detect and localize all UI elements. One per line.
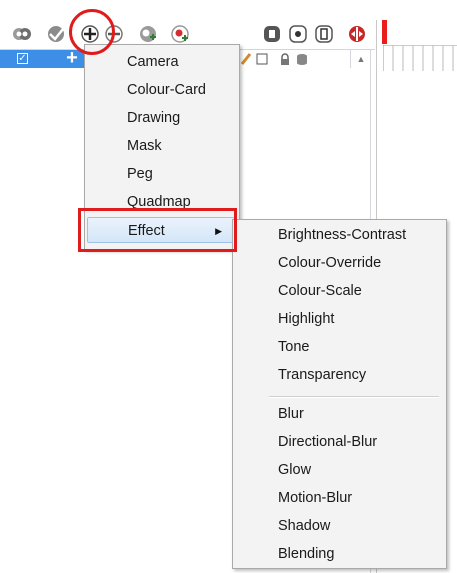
submenu-item-motion-blur[interactable]: Motion-Blur	[278, 485, 352, 511]
playhead-marker[interactable]	[382, 20, 387, 44]
show-hide-icon[interactable]	[46, 24, 66, 44]
color-swatch-icon	[256, 52, 268, 71]
frame-ruler	[382, 44, 457, 71]
submenu-item-transparency[interactable]: Transparency	[278, 362, 366, 388]
display-icon[interactable]	[314, 24, 334, 44]
add-layer-menu: Camera Colour-Card Drawing Mask Peg Quad…	[84, 44, 240, 250]
submenu-item-colour-scale[interactable]: Colour-Scale	[278, 278, 362, 304]
submenu-item-glow[interactable]: Glow	[278, 457, 311, 483]
submenu-item-blending[interactable]: Blending	[278, 541, 334, 567]
menu-item-drawing[interactable]: Drawing	[85, 105, 239, 131]
lock-icon	[279, 52, 291, 71]
submenu-item-colour-override[interactable]: Colour-Override	[278, 250, 381, 276]
submenu-item-blur[interactable]: Blur	[278, 401, 304, 427]
submenu-item-shadow[interactable]: Shadow	[278, 513, 330, 539]
add-drawing-icon[interactable]	[170, 24, 190, 44]
onion-skin-icon[interactable]	[12, 24, 32, 44]
effect-submenu: Brightness-Contrast Colour-Override Colo…	[232, 219, 447, 569]
menu-item-camera[interactable]: Camera	[85, 49, 239, 75]
menu-item-colour-card[interactable]: Colour-Card	[85, 77, 239, 103]
submenu-item-tone[interactable]: Tone	[278, 334, 309, 360]
submenu-arrow-icon: ▶	[215, 226, 222, 236]
database-icon	[296, 52, 308, 71]
menu-item-label: Colour-Card	[127, 82, 206, 98]
menu-item-peg[interactable]: Peg	[85, 161, 239, 187]
menu-item-label: Camera	[127, 54, 179, 70]
menu-item-quadmap[interactable]: Quadmap	[85, 189, 239, 215]
layer-enable-checkbox[interactable]: ✓	[17, 53, 28, 64]
menu-item-mask[interactable]: Mask	[85, 133, 239, 159]
menu-item-label: Peg	[127, 166, 153, 182]
menu-item-label: Quadmap	[127, 194, 191, 210]
scroll-up-arrow[interactable]: ▲	[356, 54, 366, 64]
remove-layer-icon[interactable]	[104, 24, 124, 44]
menu-item-effect[interactable]: Effect ▶	[87, 217, 235, 243]
pencil-icon	[240, 52, 252, 71]
add-icon[interactable]: +	[63, 48, 81, 68]
lock-column-icon[interactable]	[262, 24, 282, 44]
column-divider	[350, 50, 351, 68]
add-layer-icon[interactable]	[80, 24, 100, 44]
record-icon[interactable]	[288, 24, 308, 44]
add-peg-icon[interactable]	[138, 24, 158, 44]
submenu-item-highlight[interactable]: Highlight	[278, 306, 334, 332]
menu-item-label: Drawing	[127, 110, 181, 126]
menu-item-label: Mask	[127, 138, 162, 154]
submenu-item-brightness-contrast[interactable]: Brightness-Contrast	[278, 222, 406, 248]
submenu-separator	[269, 396, 439, 398]
menu-item-label: Effect	[128, 223, 165, 239]
submenu-item-directional-blur[interactable]: Directional-Blur	[278, 429, 377, 455]
split-icon[interactable]	[347, 24, 367, 44]
